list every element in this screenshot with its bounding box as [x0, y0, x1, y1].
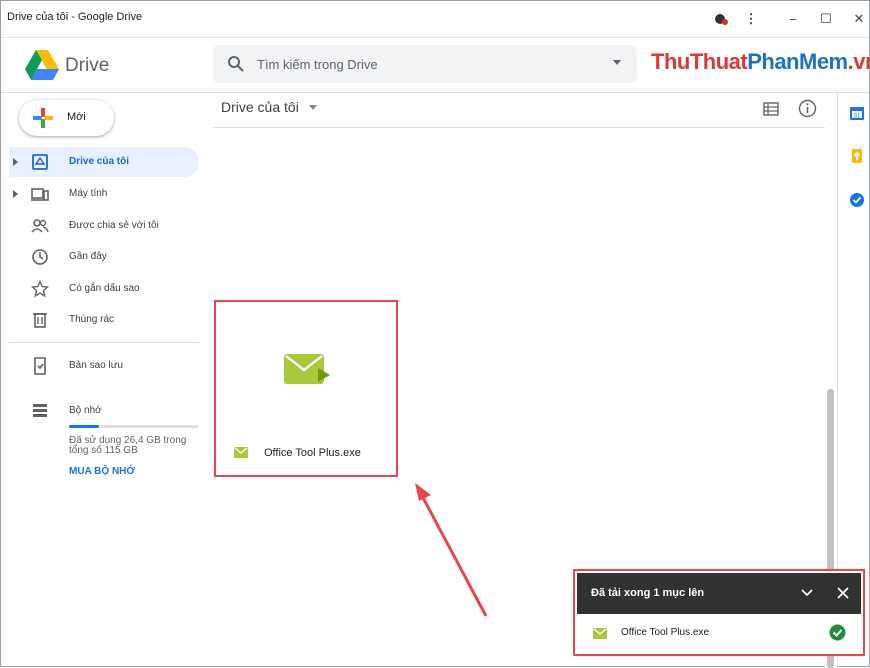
- plus-icon: [33, 108, 53, 128]
- search-icon[interactable]: [227, 55, 245, 73]
- sidebar-item-shared[interactable]: Được chia sẻ với tôi: [9, 211, 199, 241]
- storage-usage-text: Đã sử dụng 26,4 GB trong tổng số 115 GB: [69, 436, 204, 456]
- clock-icon: [32, 249, 48, 265]
- sidebar-item-trash[interactable]: Thùng rác: [9, 305, 199, 335]
- search-options-dropdown-icon[interactable]: [613, 60, 621, 65]
- trash-icon: [33, 313, 47, 328]
- sidebar-item-my-drive[interactable]: Drive của tôi: [9, 147, 199, 177]
- sidebar-item-label: Máy tính: [69, 188, 108, 199]
- upload-item-name: Office Tool Plus.exe: [621, 627, 710, 638]
- upload-complete-panel: Đã tải xong 1 mục lên Office Tool Plus.e…: [573, 569, 865, 656]
- sidebar-item-label: Thùng rác: [69, 314, 115, 325]
- chevron-down-icon[interactable]: [799, 585, 815, 601]
- search-input[interactable]: [257, 45, 597, 83]
- svg-text:31: 31: [854, 114, 861, 120]
- sidebar-divider: [9, 342, 199, 343]
- upload-panel-title: Đã tải xong 1 mục lên: [591, 587, 705, 599]
- storage-usage-line-2: tổng số 115 GB: [69, 445, 138, 456]
- keep-icon[interactable]: [849, 148, 865, 164]
- sidebar-item-backups[interactable]: Bản sao lưu: [9, 351, 199, 381]
- title-divider: [1, 37, 869, 38]
- file-name: Office Tool Plus.exe: [264, 447, 361, 459]
- check-circle-icon: [829, 624, 846, 641]
- sidebar-item-label: Được chia sẻ với tôi: [69, 220, 159, 231]
- search-bar[interactable]: [213, 45, 637, 83]
- expand-caret-icon[interactable]: [13, 190, 18, 198]
- upload-panel-header: Đã tải xong 1 mục lên: [577, 573, 861, 614]
- toolbar-divider: [213, 127, 825, 128]
- title-bar: Drive của tôi - Google Drive ⋮ − ☐ ✕: [1, 1, 869, 37]
- sidebar-item-label: Bộ nhớ: [69, 405, 102, 416]
- tasks-icon[interactable]: [849, 192, 865, 208]
- sidebar-item-computers[interactable]: Máy tính: [9, 179, 199, 209]
- storage-progress-bar: [69, 425, 199, 428]
- info-icon[interactable]: [798, 99, 817, 118]
- extension-icon[interactable]: [709, 7, 733, 31]
- drive-logo-icon[interactable]: [25, 50, 59, 80]
- upload-item-row[interactable]: Office Tool Plus.exe: [577, 614, 861, 652]
- breadcrumb[interactable]: Drive của tôi: [221, 99, 299, 115]
- my-drive-icon: [32, 154, 48, 170]
- sidebar-item-label: Có gắn dấu sao: [69, 283, 140, 294]
- watermark-part-2: PhanMem: [747, 49, 848, 74]
- window-title: Drive của tôi - Google Drive: [7, 11, 143, 23]
- executable-file-icon: [234, 447, 248, 458]
- list-view-icon[interactable]: [763, 101, 779, 117]
- breadcrumb-dropdown-icon[interactable]: [309, 105, 317, 110]
- brand-name[interactable]: Drive: [65, 55, 109, 77]
- watermark-part-1: ThuThuat: [651, 49, 748, 74]
- sidebar-item-label: Bản sao lưu: [69, 360, 123, 371]
- star-icon: [31, 280, 49, 298]
- shared-icon: [31, 219, 49, 233]
- close-window-button[interactable]: ✕: [847, 7, 870, 31]
- browser-window: Drive của tôi - Google Drive ⋮ − ☐ ✕ Dri…: [0, 0, 870, 668]
- sidebar-item-recent[interactable]: Gần đây: [9, 242, 199, 272]
- buy-storage-link[interactable]: MUA BỘ NHỚ: [69, 466, 135, 477]
- computers-icon: [31, 188, 49, 201]
- file-card[interactable]: Office Tool Plus.exe: [214, 300, 398, 477]
- backup-icon: [34, 357, 46, 375]
- new-button-label: Mới: [67, 111, 86, 123]
- new-button[interactable]: Mới: [19, 100, 114, 136]
- storage-progress-fill: [69, 425, 99, 428]
- executable-file-icon: [593, 628, 607, 639]
- file-thumbnail-icon: [284, 354, 330, 384]
- calendar-icon[interactable]: 31: [849, 105, 865, 121]
- expand-caret-icon[interactable]: [13, 158, 18, 166]
- close-icon[interactable]: [835, 585, 851, 601]
- sidebar-item-storage[interactable]: Bộ nhớ: [9, 396, 199, 426]
- storage-icon: [33, 404, 47, 417]
- watermark-part-3: .vn: [847, 49, 870, 74]
- watermark-logo: ThuThuatPhanMem.vn: [651, 49, 870, 75]
- header-divider: [1, 92, 869, 93]
- sidebar-item-label: Gần đây: [69, 251, 107, 262]
- minimize-button[interactable]: −: [781, 7, 805, 31]
- maximize-button[interactable]: ☐: [814, 7, 838, 31]
- sidebar-item-starred[interactable]: Có gắn dấu sao: [9, 274, 199, 304]
- sidebar-item-label: Drive của tôi: [69, 156, 130, 167]
- menu-dots-icon[interactable]: ⋮: [739, 7, 763, 31]
